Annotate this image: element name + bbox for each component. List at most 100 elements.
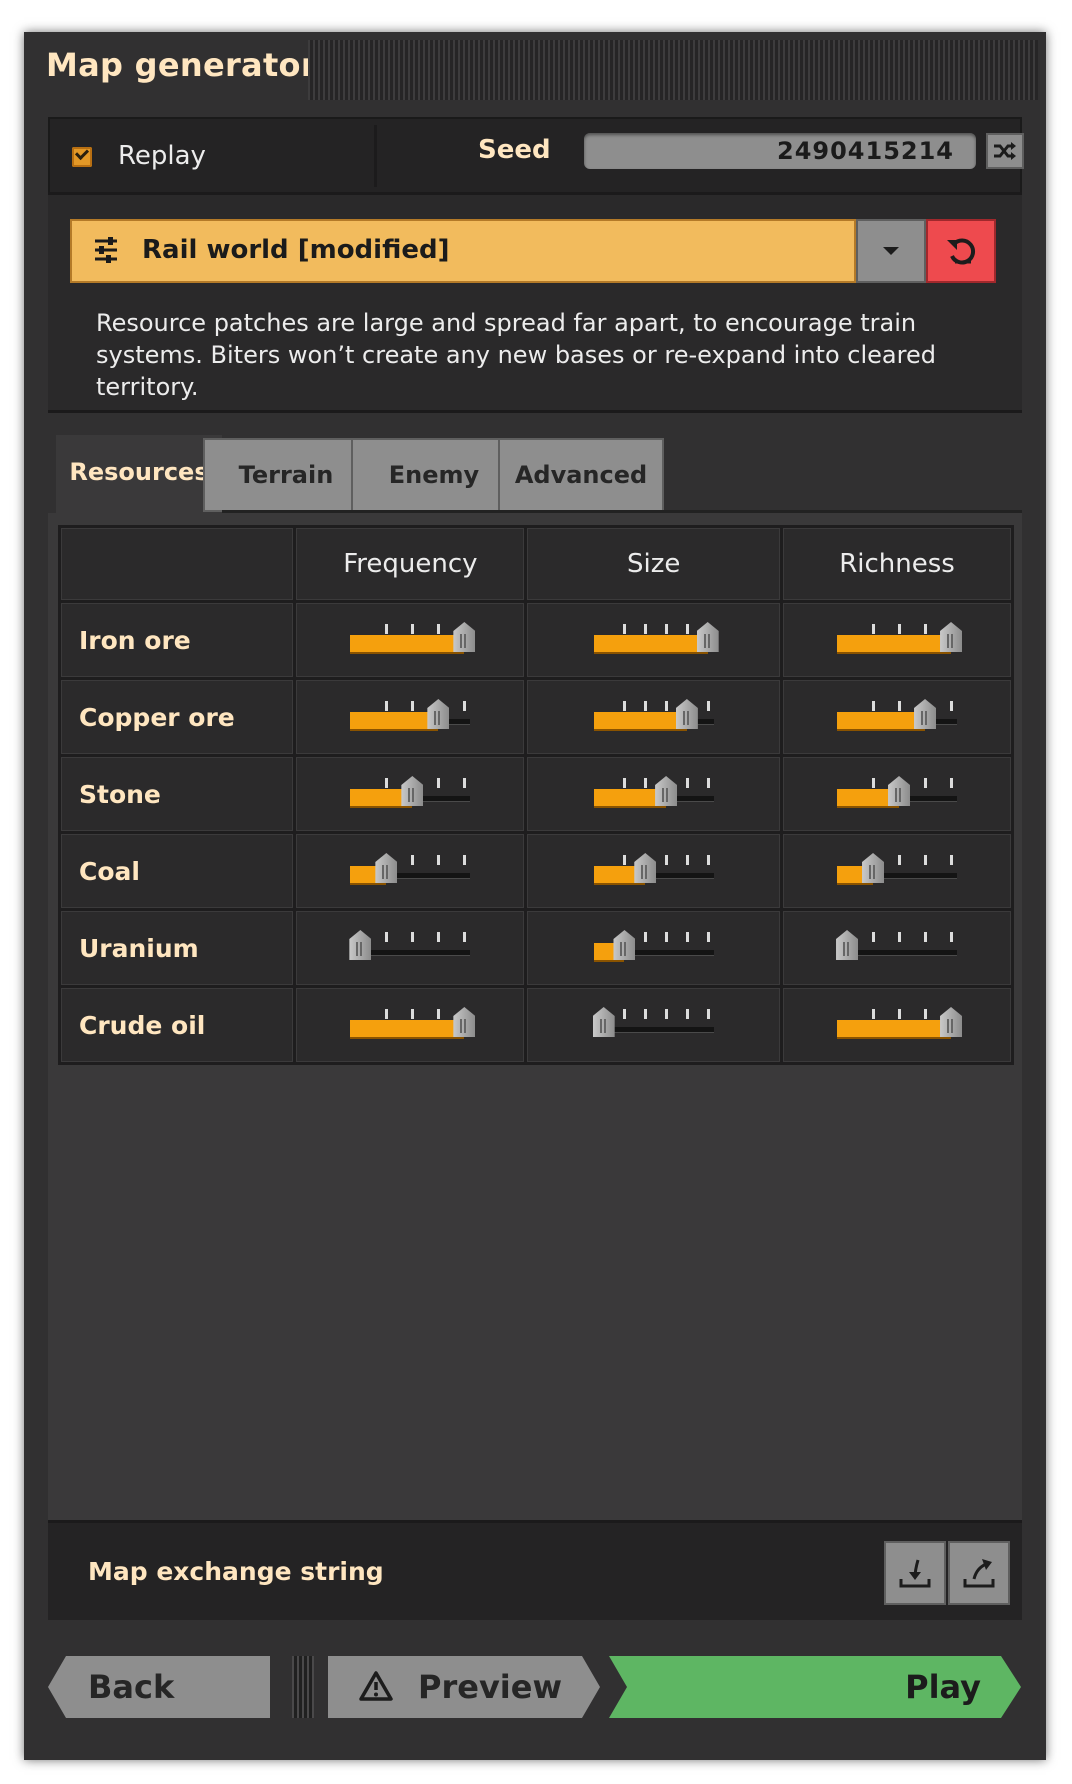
table-row: Copper ore [57,677,1014,757]
reset-preset-button[interactable] [926,219,996,283]
shuffle-seed-button[interactable] [986,133,1024,169]
slider-handle[interactable] [401,776,424,806]
slider-handle[interactable] [634,853,657,883]
frequency-slider[interactable] [350,699,471,735]
slider-tick [898,932,902,942]
slider-handle[interactable] [592,1007,615,1037]
richness-slider[interactable] [836,930,958,966]
slider-handle[interactable] [453,622,476,652]
slider-fill [837,712,926,731]
slider-tick [950,855,954,865]
slider-handle[interactable] [940,1007,963,1037]
seed-row: Replay Seed 2490415214 [48,117,1024,192]
slider-handle[interactable] [696,622,719,652]
slider-tick [411,624,415,634]
map-exchange-panel: Map exchange string [48,1520,1022,1620]
slider-tick [385,1009,389,1019]
slider-tick [924,932,928,942]
size-slider[interactable] [592,1007,714,1043]
slider-tick [924,855,928,865]
size-slider[interactable] [593,776,714,812]
slider-handle[interactable] [613,930,636,960]
tab-enemy[interactable]: Enemy [351,438,517,512]
slider-handle[interactable] [427,699,450,729]
slider-handle[interactable] [375,853,398,883]
import-icon [899,1559,931,1588]
seed-input[interactable]: 2490415214 [584,133,976,169]
slider-tick [623,624,627,634]
slider-tick [623,778,627,788]
frequency-slider[interactable] [350,622,476,658]
back-button[interactable]: Back [48,1656,270,1718]
slider-tick [665,932,669,942]
slider-handle[interactable] [940,622,963,652]
import-string-button[interactable] [884,1541,946,1605]
checkbox-checked-icon[interactable] [72,147,92,167]
preview-label: Preview [418,1668,563,1706]
resources-table: Frequency Size Richness Iron ore Copper … [57,525,1014,1065]
table-row: Iron ore [57,600,1014,680]
richness-slider[interactable] [837,853,958,889]
slider-tick [623,1009,627,1019]
size-slider[interactable] [593,622,719,658]
seed-label: Seed [478,135,551,165]
size-slider[interactable] [593,699,714,735]
slider-tick [665,1009,669,1019]
slider-handle[interactable] [453,1007,476,1037]
tab-advanced[interactable]: Advanced [498,438,664,512]
slider-tick [463,701,467,711]
slider-tick [950,932,954,942]
slider-tick [872,624,876,634]
replay-checkbox[interactable]: Replay [64,127,349,185]
map-exchange-label: Map exchange string [88,1557,384,1586]
play-button[interactable]: Play [609,1656,1021,1718]
slider-handle[interactable] [655,776,678,806]
size-slider[interactable] [593,853,714,889]
richness-slider[interactable] [837,776,958,812]
resource-name: Uranium [57,908,297,988]
slider-handle[interactable] [836,930,859,960]
slider-handle[interactable] [862,853,885,883]
table-header-empty [57,525,297,603]
resource-name: Copper ore [57,677,297,757]
slider-tick [644,1009,648,1019]
slider-handle[interactable] [675,699,698,729]
preview-button[interactable]: Preview [328,1656,600,1718]
export-icon [963,1559,995,1588]
frequency-slider[interactable] [350,853,471,889]
slider-tick [437,932,441,942]
export-string-button[interactable] [948,1541,1010,1605]
slider-tick [898,1009,902,1019]
slider-fill [837,635,952,654]
slider-handle[interactable] [349,930,372,960]
richness-slider[interactable] [837,622,963,658]
sliders-icon [95,237,117,263]
richness-slider[interactable] [837,1007,963,1043]
slider-tick [706,778,710,788]
slider-tick [706,932,710,942]
table-row: Uranium [57,908,1014,988]
slider-tick [685,1009,689,1019]
size-slider[interactable] [593,930,714,966]
preset-dropdown-button[interactable] [856,219,926,283]
settings-tabs: Resources Terrain Enemy Advanced Frequen… [48,410,1022,1523]
frequency-slider[interactable] [349,930,471,966]
slider-handle[interactable] [914,699,937,729]
richness-slider[interactable] [837,699,958,735]
slider-tick [385,778,389,788]
tab-resources[interactable]: Resources [56,435,222,513]
preset-dropdown[interactable]: Rail world [modified] [70,219,856,283]
slider-tick [437,1009,441,1019]
frequency-slider[interactable] [350,1007,476,1043]
window-drag-handle[interactable] [308,40,1038,100]
tab-terrain[interactable]: Terrain [203,438,369,512]
slider-handle[interactable] [888,776,911,806]
slider-tick [644,624,648,634]
resource-name: Iron ore [57,600,297,680]
slider-tick [685,855,689,865]
slider-tick [898,855,902,865]
column-header-frequency: Frequency [293,525,528,603]
preset-label: Rail world [modified] [142,235,450,265]
frequency-slider[interactable] [350,776,471,812]
slider-tick [872,932,876,942]
